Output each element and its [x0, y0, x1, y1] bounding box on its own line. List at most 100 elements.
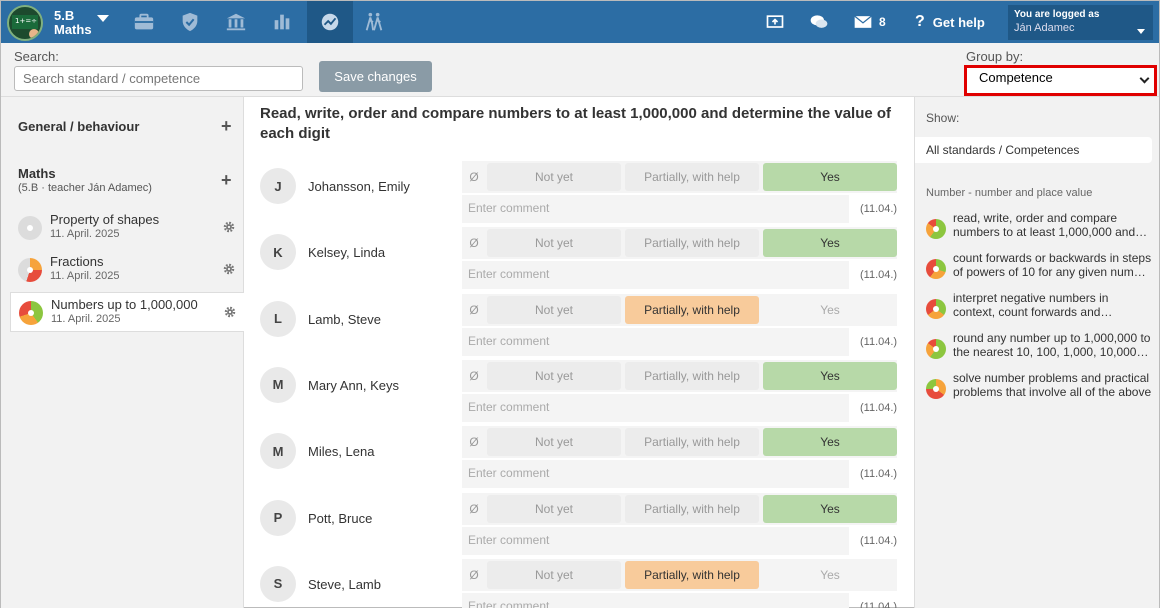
rating-yes-button[interactable]: Yes: [763, 428, 897, 457]
save-changes-button[interactable]: Save changes: [319, 61, 432, 92]
nav-statistics[interactable]: [259, 1, 305, 43]
comment-date: (11.04.): [860, 534, 898, 547]
rating-options: Ø Not yet Partially, with help Yes: [462, 293, 897, 326]
competence-item[interactable]: solve number problems and practical prob…: [926, 371, 1156, 403]
comment-input[interactable]: Enter comment: [462, 460, 849, 489]
rating-partial-button[interactable]: Partially, with help: [625, 229, 759, 258]
sidebar-item-title: Numbers up to 1,000,000: [51, 297, 198, 312]
progress-donut-icon: [926, 339, 946, 359]
comment-date: (11.04.): [860, 269, 898, 282]
nav-activities[interactable]: [351, 1, 397, 43]
cast-screen-icon: [766, 15, 784, 28]
comment-input[interactable]: Enter comment: [462, 327, 849, 356]
competence-item[interactable]: round any number up to 1,000,000 to the …: [926, 331, 1156, 363]
rating-none-button[interactable]: Ø: [465, 494, 483, 523]
progress-donut-icon: [18, 258, 42, 282]
comment-input[interactable]: Enter comment: [462, 195, 849, 223]
rating-partial-button[interactable]: Partially, with help: [625, 560, 759, 589]
sidebar-item-property-of-shapes[interactable]: Property of shapes 11. April. 2025: [10, 208, 244, 248]
search-label: Search:: [14, 49, 59, 64]
nav-briefcase[interactable]: [121, 1, 167, 43]
comment-input[interactable]: Enter comment: [462, 261, 849, 290]
nav-shield[interactable]: [167, 1, 213, 43]
progress-donut-icon: [926, 299, 946, 319]
search-input[interactable]: [14, 66, 303, 91]
rating-not-yet-button[interactable]: Not yet: [487, 163, 621, 191]
shield-check-icon: [182, 12, 198, 32]
rating-options: Ø Not yet Partially, with help Yes: [462, 492, 897, 525]
rating-options: Ø Not yet Partially, with help Yes: [462, 227, 897, 260]
chevron-down-icon: [1139, 73, 1150, 84]
user-menu[interactable]: You are logged as Ján Adamec: [1008, 5, 1153, 40]
rating-yes-button[interactable]: Yes: [763, 361, 897, 390]
rating-partial-button[interactable]: Partially, with help: [625, 361, 759, 390]
institution-icon: [226, 13, 246, 31]
rating-not-yet-button[interactable]: Not yet: [487, 361, 621, 390]
comment-date: (11.04.): [860, 335, 898, 348]
get-help-button[interactable]: ? Get help: [915, 1, 985, 43]
progress-donut-icon: [18, 216, 42, 240]
rating-yes-button[interactable]: Yes: [763, 494, 897, 523]
show-all-filter[interactable]: All standards / Competences: [915, 137, 1152, 163]
comment-date: (11.04.): [860, 600, 898, 608]
add-subject-plus-icon[interactable]: +: [221, 171, 232, 189]
student-name: Steve, Lamb: [308, 576, 381, 592]
rating-partial-button[interactable]: Partially, with help: [625, 163, 759, 191]
rating-partial-button[interactable]: Partially, with help: [625, 428, 759, 457]
rating-partial-button[interactable]: Partially, with help: [625, 494, 759, 523]
comment-date: (11.04.): [860, 203, 898, 215]
rating-partial-button[interactable]: Partially, with help: [625, 295, 759, 324]
nav-institution[interactable]: [213, 1, 259, 43]
student-name: Kelsey, Linda: [308, 245, 386, 261]
rating-options: Ø Not yet Partially, with help Yes: [462, 558, 897, 591]
envelope-icon: [854, 15, 872, 28]
rating-not-yet-button[interactable]: Not yet: [487, 560, 621, 589]
rating-yes-button[interactable]: Yes: [763, 163, 897, 191]
class-logo[interactable]: 1+=÷: [7, 5, 43, 41]
chat-button[interactable]: [809, 1, 829, 43]
gear-icon[interactable]: [222, 262, 236, 276]
avatar: M: [260, 433, 296, 470]
competence-item[interactable]: interpret negative numbers in context, c…: [926, 291, 1156, 323]
rating-none-button[interactable]: Ø: [465, 560, 483, 589]
sidebar-item-fractions[interactable]: Fractions 11. April. 2025: [10, 250, 244, 290]
comment-input[interactable]: Enter comment: [462, 592, 849, 608]
group-by-select[interactable]: Competence: [964, 65, 1157, 96]
comment-input[interactable]: Enter comment: [462, 393, 849, 422]
rating-yes-button[interactable]: Yes: [763, 229, 897, 258]
competence-group-heading: Number - number and place value: [926, 187, 1093, 199]
rating-not-yet-button[interactable]: Not yet: [487, 494, 621, 523]
sidebar-item-numbers[interactable]: Numbers up to 1,000,000 11. April. 2025: [10, 292, 244, 332]
gear-icon[interactable]: [222, 220, 236, 234]
cast-button[interactable]: [765, 1, 785, 43]
gear-icon[interactable]: [223, 305, 237, 319]
sidebar-general[interactable]: General / behaviour: [18, 119, 139, 134]
rating-not-yet-button[interactable]: Not yet: [487, 295, 621, 324]
add-general-plus-icon[interactable]: +: [221, 117, 232, 135]
rating-none-button[interactable]: Ø: [465, 361, 483, 390]
rating-yes-button[interactable]: Yes: [763, 295, 897, 324]
top-bar: 1+=÷ 5.B Maths 8 ? Get help You are logg…: [1, 1, 1159, 43]
class-selector[interactable]: 5.B Maths: [54, 9, 92, 37]
caret-down-icon: [1137, 29, 1145, 34]
competence-item[interactable]: read, write, order and compare numbers t…: [926, 211, 1156, 243]
messages-button[interactable]: 8: [853, 1, 886, 43]
rating-none-button[interactable]: Ø: [465, 229, 483, 258]
rating-none-button[interactable]: Ø: [465, 163, 483, 191]
student-row: K Kelsey, Linda Ø Not yet Partially, wit…: [245, 227, 913, 293]
rating-not-yet-button[interactable]: Not yet: [487, 428, 621, 457]
competence-item[interactable]: count forwards or backwards in steps of …: [926, 251, 1156, 283]
rating-none-button[interactable]: Ø: [465, 428, 483, 457]
student-name: Mary Ann, Keys: [308, 377, 400, 393]
comment-input[interactable]: Enter comment: [462, 526, 849, 555]
rating-not-yet-button[interactable]: Not yet: [487, 229, 621, 258]
sidebar-subject[interactable]: Maths: [18, 166, 56, 181]
caret-down-icon[interactable]: [97, 15, 109, 22]
toolbar: Search: Save changes Group by: Competenc…: [1, 43, 1159, 97]
nav-assessment[interactable]: [307, 1, 353, 43]
rating-none-button[interactable]: Ø: [465, 295, 483, 324]
competence-text: solve number problems and practical prob…: [953, 371, 1152, 399]
rating-yes-button[interactable]: Yes: [763, 560, 897, 589]
avatar: J: [260, 168, 296, 204]
group-by-label: Group by:: [966, 49, 1024, 64]
